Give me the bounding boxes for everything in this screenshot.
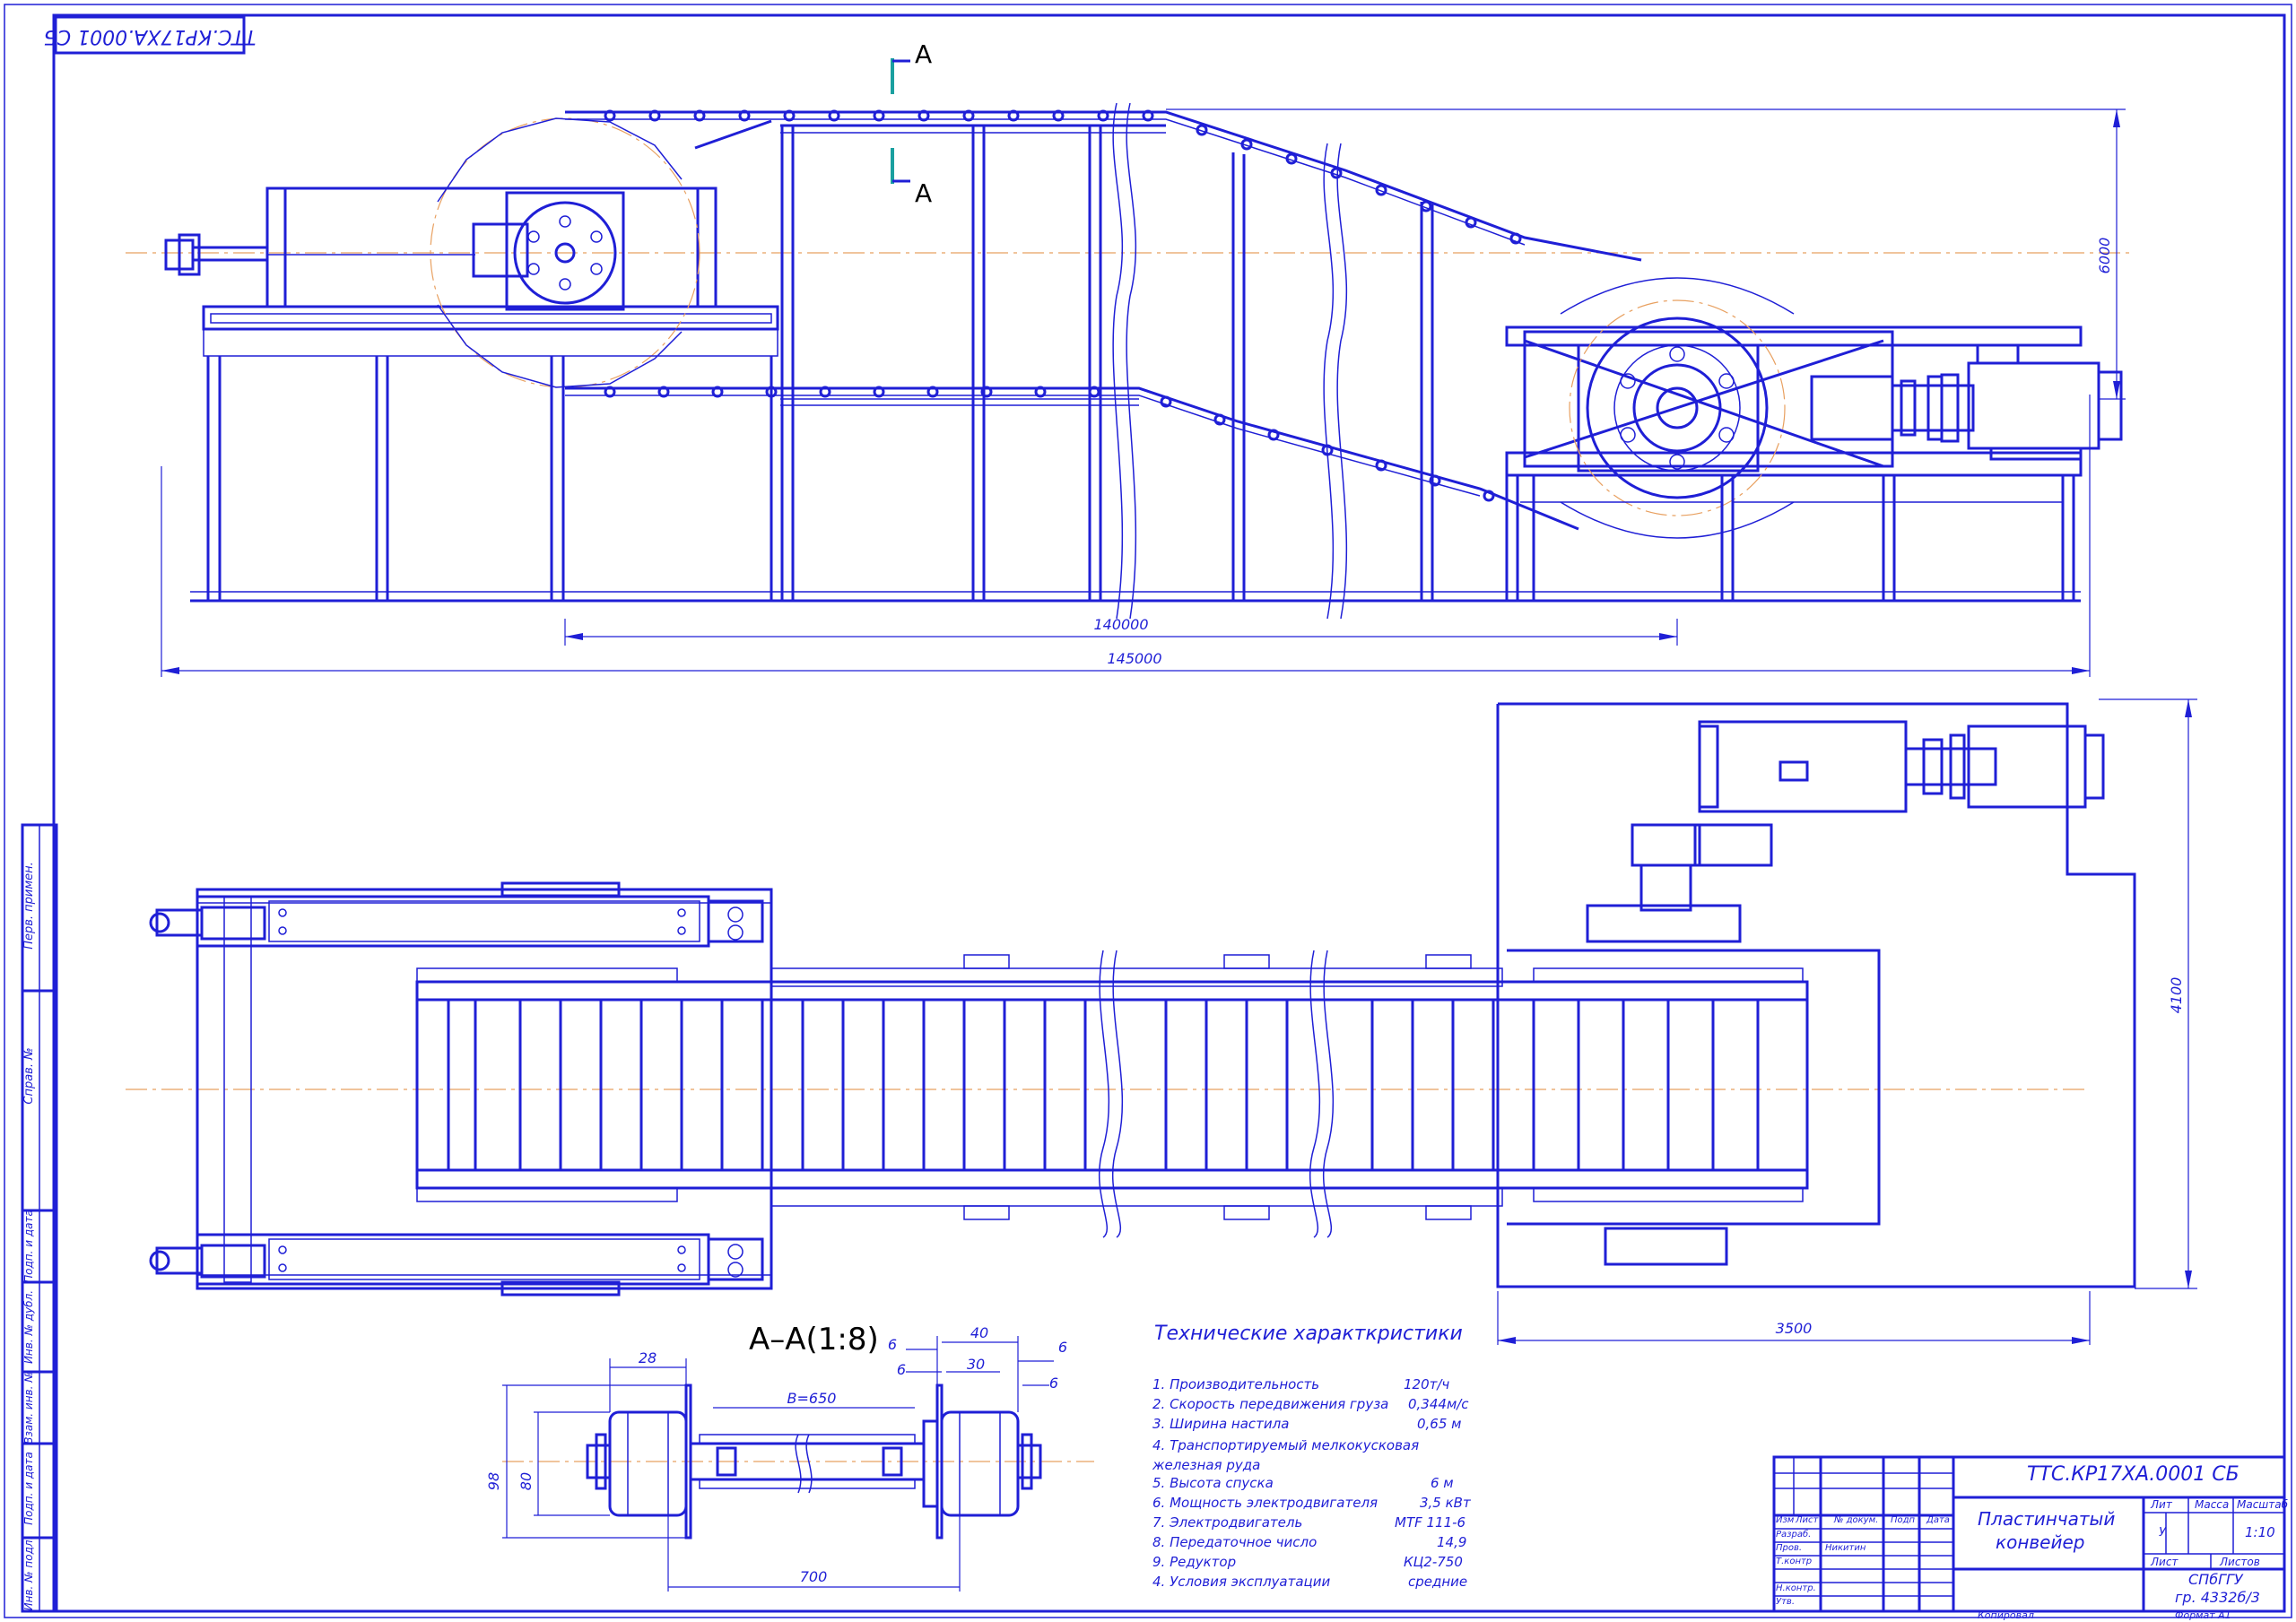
dim-3500: 3500	[1776, 1320, 1813, 1337]
rotated-stamp-code: ТТС.КР17ХА.0001 СБ	[44, 25, 257, 48]
dim-4100: 4100	[2168, 977, 2185, 1014]
tb-lit-value: У	[2159, 1526, 2166, 1540]
sec-dim-700: 700	[800, 1568, 828, 1585]
tb-copied: Копировал	[1978, 1609, 2034, 1621]
tb-scale-value: 1:10	[2245, 1524, 2275, 1540]
sec-dim-6c: 6	[1058, 1339, 1067, 1356]
tb-sheet: Лист	[2151, 1556, 2179, 1568]
sec-dim-6a: 6	[888, 1336, 897, 1353]
sec-dim-40: 40	[970, 1324, 988, 1341]
strip-dubl: Инв. № дубл.	[22, 1290, 35, 1364]
tb-hdr-list: Лист	[1796, 1515, 1819, 1525]
spec-9-value: КЦ2-750	[1404, 1554, 1463, 1570]
strip-podp2: Подп. и дата	[22, 1452, 35, 1525]
sec-dim-6b: 6	[897, 1361, 906, 1378]
tb-hdr-ndoc: № докум.	[1834, 1515, 1879, 1525]
tb-razrab: Разраб.	[1776, 1530, 1812, 1540]
dim-6000: 6000	[2096, 238, 2113, 274]
tb-nkontr: Н.контр.	[1776, 1583, 1816, 1593]
sec-dim-B: B=650	[787, 1390, 837, 1407]
spec-8-label: 8. Передаточное число	[1152, 1534, 1318, 1550]
spec-8-value: 14,9	[1437, 1534, 1467, 1550]
section-a-a: А–А(1:8) 28 B=650 98 80 700 40 30 6 6 6 …	[485, 1322, 1094, 1592]
spec-10-value: средние	[1408, 1574, 1468, 1590]
tb-hdr-izm: Изм	[1776, 1515, 1795, 1525]
plan-view	[126, 702, 2136, 1297]
dim-140000: 140000	[1093, 616, 1148, 633]
side-strip: Перв. примен. Справ. № Подп. и дата Инв.…	[21, 823, 58, 1613]
tb-doc-code: ТТС.КР17ХА.0001 СБ	[2027, 1463, 2239, 1486]
section-title: А–А(1:8)	[749, 1322, 879, 1357]
tb-group: гр. 4332б/3	[2175, 1589, 2260, 1606]
plan-dimensions: 4100 3500	[1497, 698, 2197, 1345]
tb-checker: Никитин	[1825, 1543, 1866, 1553]
tb-hdr-data: Дата	[1926, 1515, 1950, 1525]
sec-dim-98: 98	[485, 1472, 502, 1490]
spec-2-value: 0,344м/с	[1408, 1396, 1469, 1412]
tb-name-2: конвейер	[1996, 1531, 2085, 1553]
spec-5-label: 5. Высота спуска	[1152, 1475, 1274, 1491]
strip-sprav: Справ. №	[22, 1047, 36, 1104]
sec-dim-30: 30	[967, 1356, 985, 1373]
tb-tkontr: Т.контр	[1776, 1557, 1813, 1566]
side-elevation-view: A A	[126, 39, 2135, 620]
spec-6-value: 3,5 кВт	[1420, 1495, 1471, 1511]
sec-dim-6d: 6	[1049, 1375, 1058, 1392]
strip-podp1: Подп. и дата	[22, 1210, 35, 1283]
section-mark-bottom: A	[915, 178, 932, 208]
tb-prov: Пров.	[1776, 1543, 1803, 1553]
spec-9-label: 9. Редуктор	[1152, 1554, 1237, 1570]
drawing-sheet: ТТС.КР17ХА.0001 СБ Перв. примен. Справ. …	[4, 4, 2292, 1618]
spec-7-value: MTF 111-6	[1395, 1514, 1466, 1531]
sec-dim-80: 80	[517, 1472, 535, 1490]
tb-col-scale: Масштаб	[2237, 1498, 2289, 1511]
strip-vzam: Взам. инв. №	[22, 1371, 35, 1444]
sheet-outer-border	[4, 4, 2292, 1618]
spec-7-label: 7. Электродвигатель	[1152, 1514, 1303, 1531]
tb-format: Формат А1	[2175, 1609, 2231, 1621]
dim-145000: 145000	[1107, 650, 1161, 667]
spec-5-value: 6 м	[1431, 1475, 1454, 1491]
tb-hdr-podp: Подп	[1891, 1515, 1916, 1525]
tb-name-1: Пластинчатый	[1978, 1508, 2116, 1530]
spec-3-value: 0,65 м	[1417, 1416, 1462, 1432]
spec-6-label: 6. Мощность электродвигателя	[1152, 1495, 1378, 1511]
strip-perv: Перв. примен.	[22, 862, 36, 950]
tb-utv: Утв.	[1776, 1597, 1795, 1607]
tb-col-lit: Лит	[2151, 1498, 2172, 1511]
spec-1-label: 1. Производительность	[1152, 1376, 1320, 1392]
spec-4-label: 4. Транспортируемый мелкокусковая железн…	[1152, 1437, 1420, 1473]
spec-2-label: 2. Скорость передвижения груза	[1152, 1396, 1389, 1412]
spec-3-label: 3. Ширина настила	[1152, 1416, 1290, 1432]
section-mark-top: A	[915, 39, 932, 69]
sec-dim-28: 28	[639, 1349, 657, 1366]
spec-10-label: 4. Условия эксплуатации	[1152, 1574, 1331, 1590]
spec-1-value: 120т/ч	[1404, 1376, 1450, 1392]
strip-podl: Инв. № подл.	[22, 1537, 35, 1611]
plan-plates	[447, 1000, 1760, 1170]
tb-org: СПбГГУ	[2188, 1571, 2243, 1588]
tb-sheets: Листов	[2220, 1556, 2260, 1568]
specs-heading: Технические характкристики	[1154, 1323, 1463, 1345]
tb-col-mass: Масса	[2195, 1498, 2230, 1511]
